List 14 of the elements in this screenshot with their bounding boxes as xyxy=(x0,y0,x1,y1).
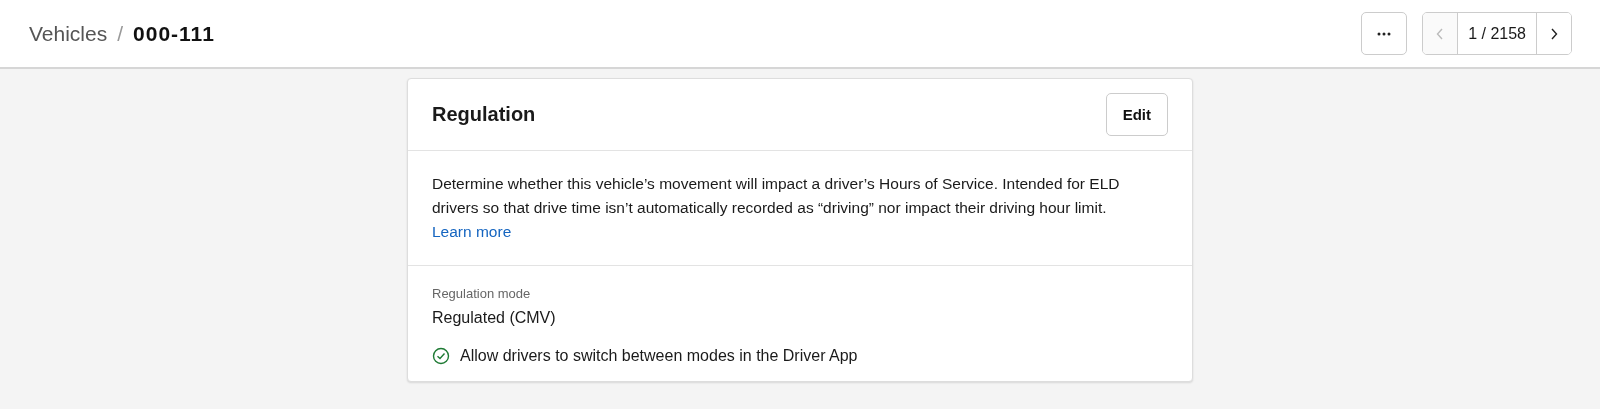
description: Determine whether this vehicle’s movement will impact a driver’s Hours of Service. Intended for ELD drivers so that drive time isn’t automatically recorded as “driving” nor impact their driving hour limit. Learn more xyxy=(432,174,1121,242)
chevron-right-icon xyxy=(1550,27,1558,40)
edit-button[interactable]: Edit xyxy=(1105,93,1168,136)
chevron-left-icon xyxy=(1436,27,1445,40)
more-button[interactable] xyxy=(1361,12,1408,55)
breadcrumb-separator: / xyxy=(117,21,124,46)
field-value: Regulated (CMV) xyxy=(432,309,557,327)
field-label: Regulation mode xyxy=(432,286,532,301)
breadcrumb-link[interactable]: Vehicles xyxy=(29,21,108,46)
card-title: Regulation xyxy=(432,103,536,126)
learn-more-link[interactable]: Learn more xyxy=(432,223,512,240)
more-icon xyxy=(1377,31,1392,36)
option-label: Allow drivers to switch between modes in the Driver App xyxy=(460,347,858,365)
page-title: 000-111 xyxy=(133,21,215,46)
